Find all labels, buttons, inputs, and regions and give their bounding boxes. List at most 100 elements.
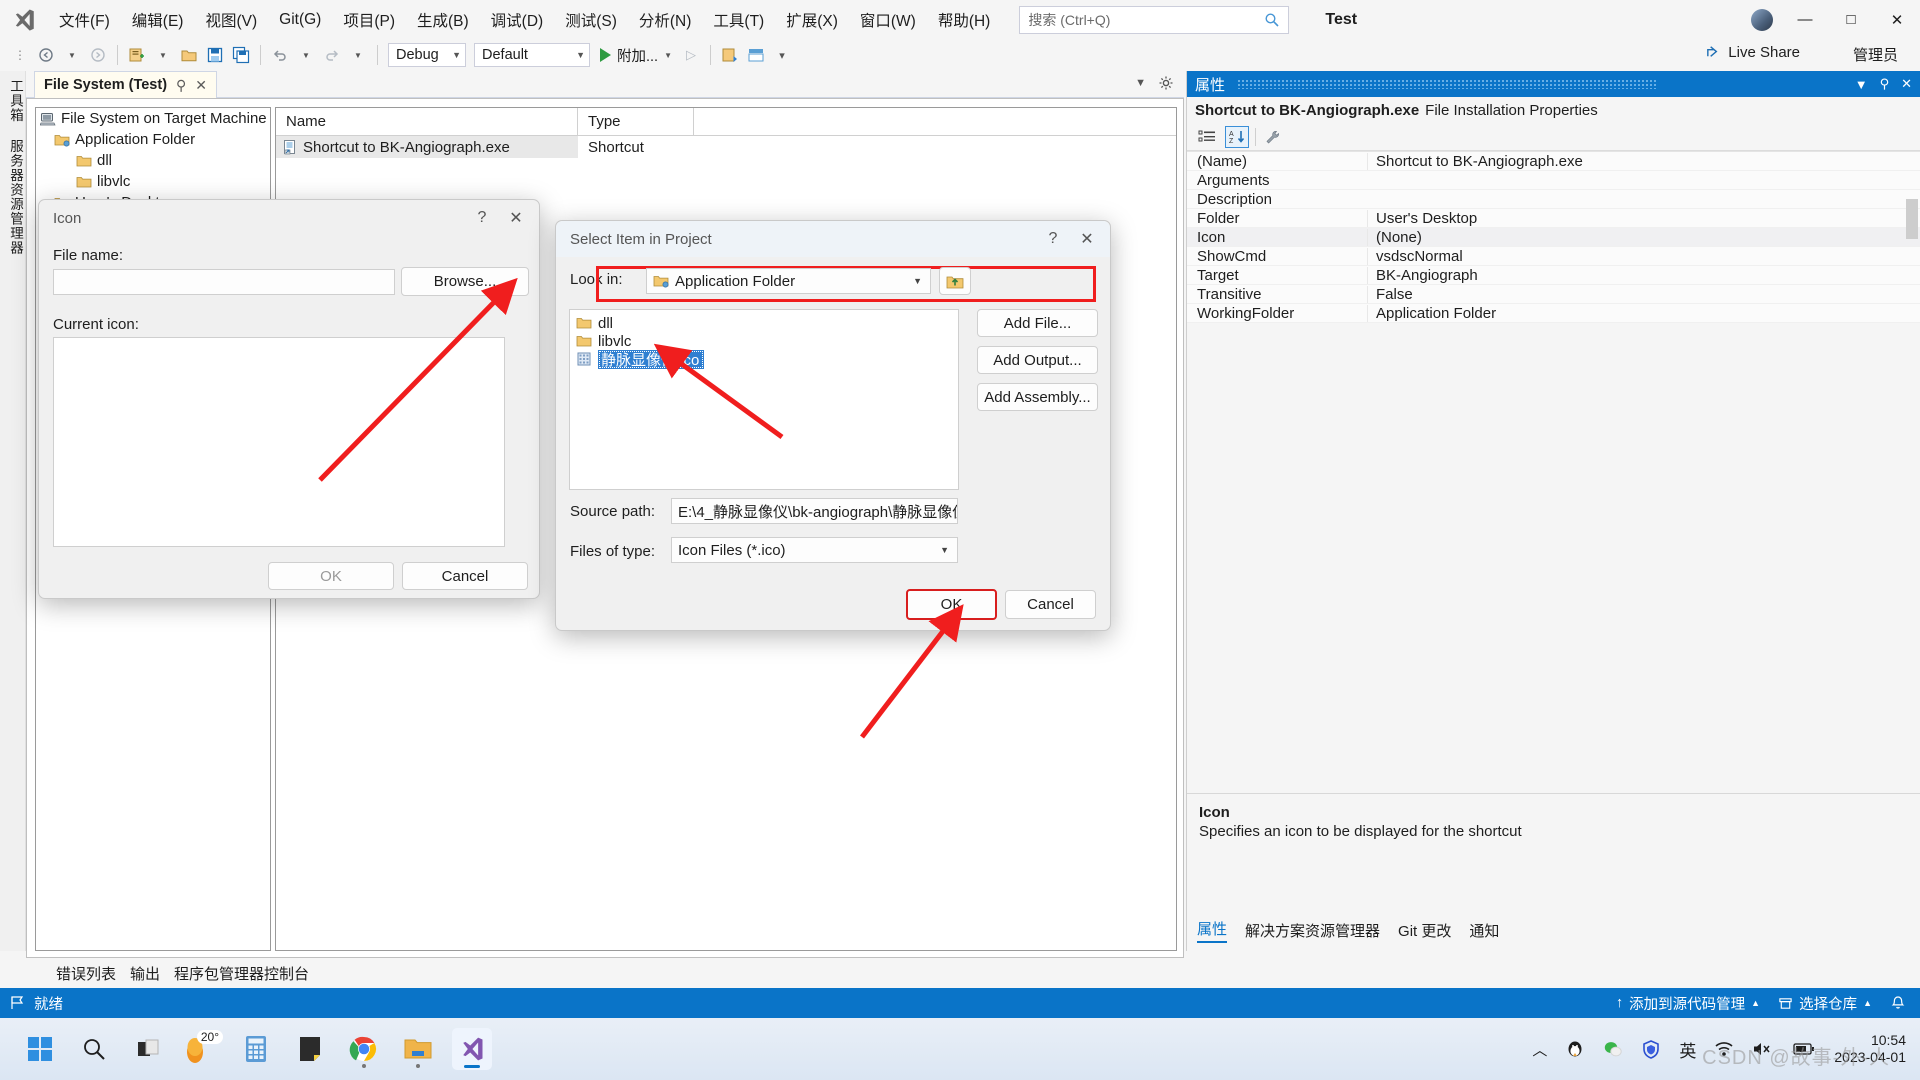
menu-item-window[interactable]: 窗口(W)	[849, 4, 927, 36]
property-pages-icon[interactable]	[1262, 126, 1286, 148]
qq-icon[interactable]	[1565, 1039, 1585, 1059]
property-value[interactable]: User's Desktop	[1367, 209, 1920, 227]
main-menu[interactable]: 文件(F) 编辑(E) 视图(V) Git(G) 项目(P) 生成(B) 调试(…	[48, 0, 1001, 39]
properties-toolbar[interactable]: AZ	[1187, 123, 1920, 151]
grid-cell-name[interactable]: Shortcut to BK-Angiograph.exe	[276, 136, 578, 158]
project-items-list[interactable]: dll libvlc 静脉显像仪.ico	[569, 309, 959, 490]
task-view-icon[interactable]	[128, 1028, 168, 1070]
start-button[interactable]	[20, 1028, 60, 1070]
select-repository-icon[interactable]	[744, 43, 768, 67]
chevron-down-icon[interactable]: ▼	[913, 276, 926, 286]
property-row-workingfolder[interactable]: WorkingFolder Application Folder	[1187, 304, 1920, 323]
close-icon[interactable]: ✕	[195, 77, 207, 94]
live-share-button[interactable]: Live Share	[1705, 44, 1800, 61]
property-row-folder[interactable]: Folder User's Desktop	[1187, 209, 1920, 228]
properties-panel-tabs[interactable]: 属性 解决方案资源管理器 Git 更改 通知	[1187, 917, 1920, 943]
visual-studio-taskbar-icon[interactable]	[452, 1028, 492, 1070]
toolbar-overflow-icon[interactable]: ⋮	[8, 43, 32, 67]
property-row-description[interactable]: Description	[1187, 190, 1920, 209]
property-row-target[interactable]: Target BK-Angiograph	[1187, 266, 1920, 285]
panel-dropdown-icon[interactable]: ▼	[1855, 77, 1868, 92]
calculator-icon[interactable]	[236, 1028, 276, 1070]
property-value[interactable]: Application Folder	[1367, 304, 1920, 322]
close-button[interactable]: ✕	[1070, 224, 1104, 254]
bottom-tool-window-tabs[interactable]: 错误列表 输出 程序包管理器控制台	[26, 958, 1184, 988]
tab-error-list[interactable]: 错误列表	[56, 963, 116, 984]
open-file-icon[interactable]	[177, 43, 201, 67]
redo-dropdown-icon[interactable]: ▼	[346, 43, 370, 67]
column-header-type[interactable]: Type	[578, 107, 694, 136]
drag-grip-icon[interactable]	[1237, 79, 1658, 89]
redo-icon[interactable]	[320, 43, 344, 67]
list-item-selected-label[interactable]: 静脉显像仪.ico	[598, 349, 705, 369]
cancel-button[interactable]: Cancel	[402, 562, 528, 590]
property-row-name[interactable]: (Name) Shortcut to BK-Angiograph.exe	[1187, 152, 1920, 171]
property-value[interactable]: False	[1367, 285, 1920, 303]
ok-button[interactable]: OK	[268, 562, 394, 590]
help-button[interactable]: ?	[1036, 224, 1070, 254]
notifications-bell-icon[interactable]	[1890, 995, 1906, 1011]
menu-item-edit[interactable]: 编辑(E)	[121, 4, 195, 36]
tree-node-application-folder[interactable]: Application Folder	[36, 129, 270, 150]
property-value[interactable]: BK-Angiograph	[1367, 266, 1920, 284]
table-row[interactable]: Shortcut to BK-Angiograph.exe Shortcut	[276, 136, 1176, 158]
account-avatar[interactable]	[1742, 0, 1782, 39]
tab-notifications[interactable]: 通知	[1469, 920, 1499, 941]
navigate-back-icon[interactable]	[34, 43, 58, 67]
current-icon-preview[interactable]	[53, 337, 505, 547]
solution-platform-combo[interactable]: Default ▼	[474, 43, 590, 67]
close-button[interactable]: ✕	[1874, 0, 1920, 39]
look-in-combo[interactable]: Application Folder ▼	[646, 268, 931, 294]
list-item-ico-row[interactable]: 静脉显像仪.ico	[570, 349, 958, 369]
gear-icon[interactable]	[1158, 75, 1174, 91]
taskbar-search-icon[interactable]	[74, 1028, 114, 1070]
document-tab-file-system[interactable]: File System (Test) ⚲ ✕	[34, 71, 218, 98]
preview-changes-icon[interactable]	[718, 43, 742, 67]
files-of-type-combo[interactable]: Icon Files (*.ico) ▼	[671, 537, 958, 563]
save-all-icon[interactable]	[229, 43, 253, 67]
browse-button[interactable]: Browse...	[401, 267, 529, 296]
column-header-name[interactable]: Name	[276, 107, 578, 136]
file-explorer-icon[interactable]	[398, 1028, 438, 1070]
menu-item-debug[interactable]: 调试(D)	[480, 4, 555, 36]
up-one-level-button[interactable]	[939, 267, 971, 295]
property-row-showcmd[interactable]: ShowCmd vsdscNormal	[1187, 247, 1920, 266]
add-assembly-button[interactable]: Add Assembly...	[977, 383, 1098, 411]
properties-grid[interactable]: (Name) Shortcut to BK-Angiograph.exe Argu…	[1187, 151, 1920, 323]
tab-properties[interactable]: 属性	[1197, 918, 1228, 943]
add-file-button[interactable]: Add File...	[977, 309, 1098, 337]
step-over-icon[interactable]: ▷	[679, 43, 703, 67]
tree-node-dll[interactable]: dll	[36, 150, 270, 171]
tab-solution-explorer[interactable]: 解决方案资源管理器	[1245, 920, 1380, 941]
property-row-transitive[interactable]: Transitive False	[1187, 285, 1920, 304]
wechat-icon[interactable]	[1603, 1039, 1623, 1059]
navigate-back-dropdown-icon[interactable]: ▼	[60, 43, 84, 67]
chevron-down-icon[interactable]: ▼	[664, 51, 672, 60]
start-debug-button[interactable]: 附加... ▼	[595, 43, 677, 67]
list-item-dll[interactable]: dll	[570, 314, 958, 332]
tab-git-changes[interactable]: Git 更改	[1398, 920, 1451, 941]
tab-package-manager-console[interactable]: 程序包管理器控制台	[174, 963, 309, 984]
windows-taskbar[interactable]: 20° ︿ 英 10:54 2023-04-01 CSDN @故事-外-人	[0, 1018, 1920, 1080]
google-chrome-icon[interactable]	[344, 1028, 384, 1070]
select-repository-button[interactable]: 选择仓库 ▲	[1778, 993, 1872, 1014]
source-path-input[interactable]: E:\4_静脉显像仪\bk-angiograph\静脉显像仪.ico	[671, 498, 958, 524]
property-row-arguments[interactable]: Arguments	[1187, 171, 1920, 190]
file-name-input[interactable]	[53, 269, 395, 295]
property-value[interactable]: (None)	[1367, 228, 1920, 246]
undo-icon[interactable]	[268, 43, 292, 67]
maximize-button[interactable]: □	[1828, 0, 1874, 39]
menu-item-file[interactable]: 文件(F)	[48, 4, 121, 36]
menu-item-help[interactable]: 帮助(H)	[927, 4, 1002, 36]
undo-dropdown-icon[interactable]: ▼	[294, 43, 318, 67]
document-tab-strip[interactable]: File System (Test) ⚲ ✕ ▼	[26, 71, 1184, 98]
document-list-dropdown-icon[interactable]: ▼	[1135, 77, 1146, 89]
tab-output[interactable]: 输出	[130, 963, 160, 984]
ok-button[interactable]: OK	[906, 589, 997, 620]
navigate-forward-icon[interactable]	[86, 43, 110, 67]
menu-item-extensions[interactable]: 扩展(X)	[775, 4, 849, 36]
chevron-down-icon[interactable]: ▼	[940, 545, 953, 555]
property-value[interactable]: vsdscNormal	[1367, 247, 1920, 265]
search-input[interactable]: 搜索 (Ctrl+Q)	[1019, 5, 1290, 34]
sticky-notes-icon[interactable]	[290, 1028, 330, 1070]
